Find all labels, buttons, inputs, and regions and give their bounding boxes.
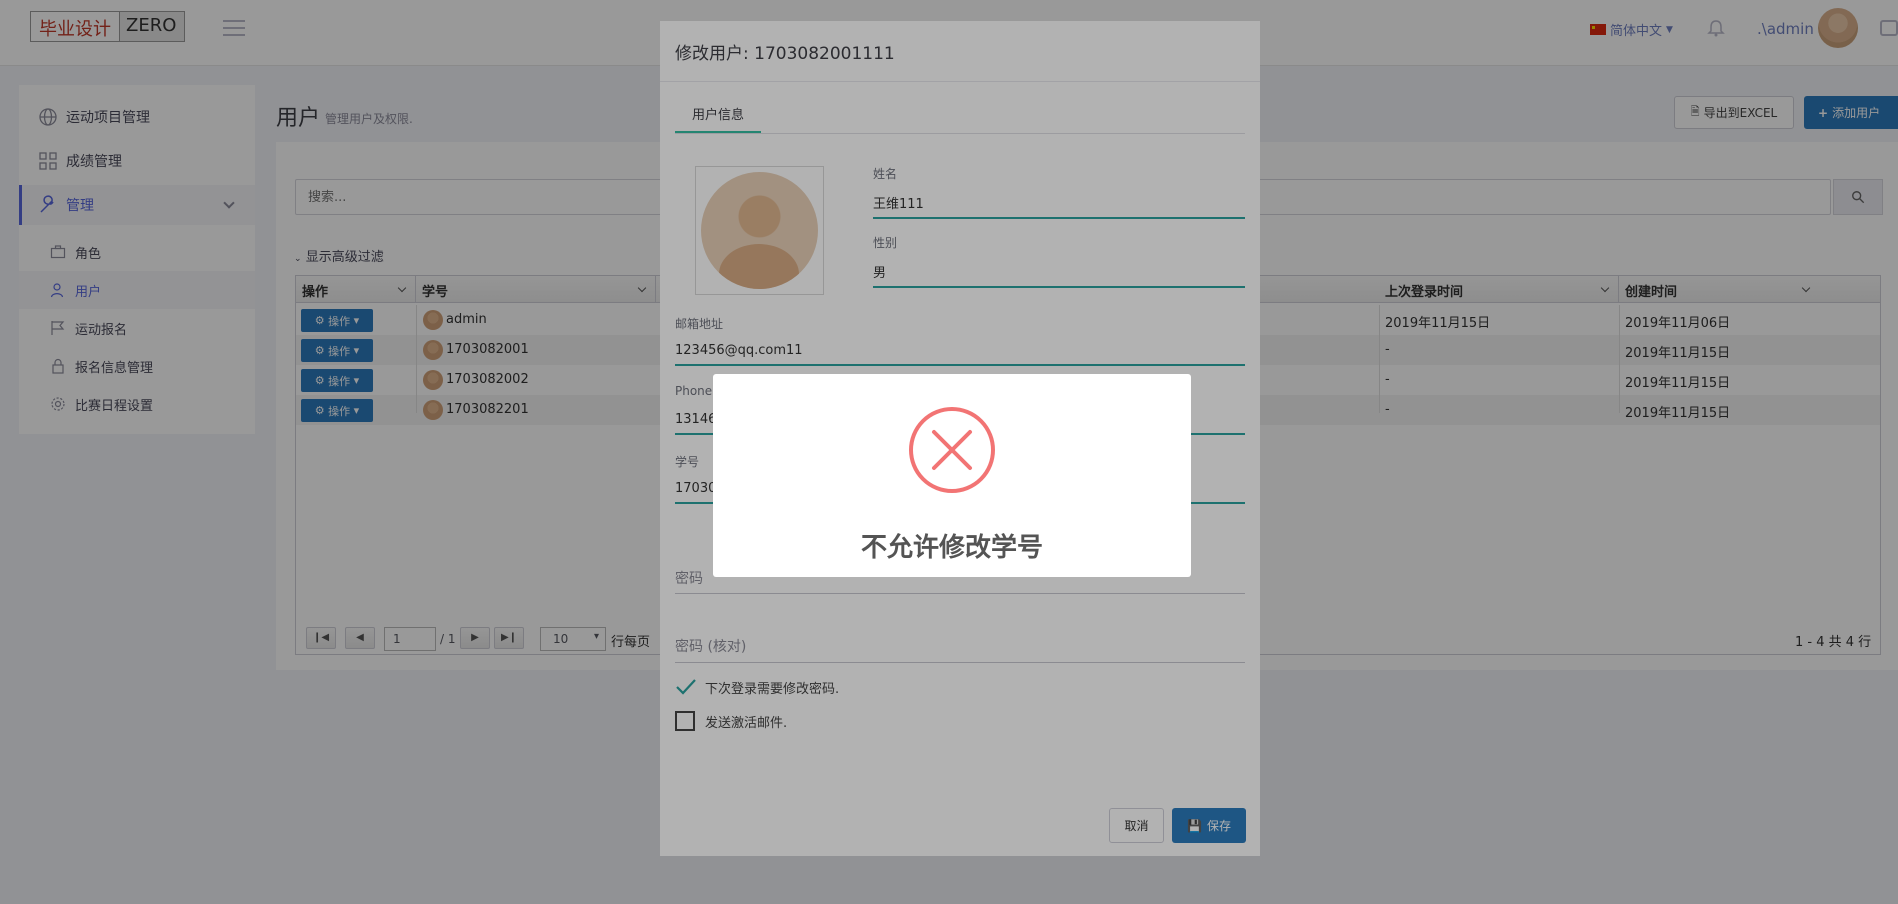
alert-message: 不允许修改学号 xyxy=(860,533,1043,563)
error-alert-dialog: 不允许修改学号 xyxy=(713,374,1191,577)
error-x-icon xyxy=(909,407,995,493)
